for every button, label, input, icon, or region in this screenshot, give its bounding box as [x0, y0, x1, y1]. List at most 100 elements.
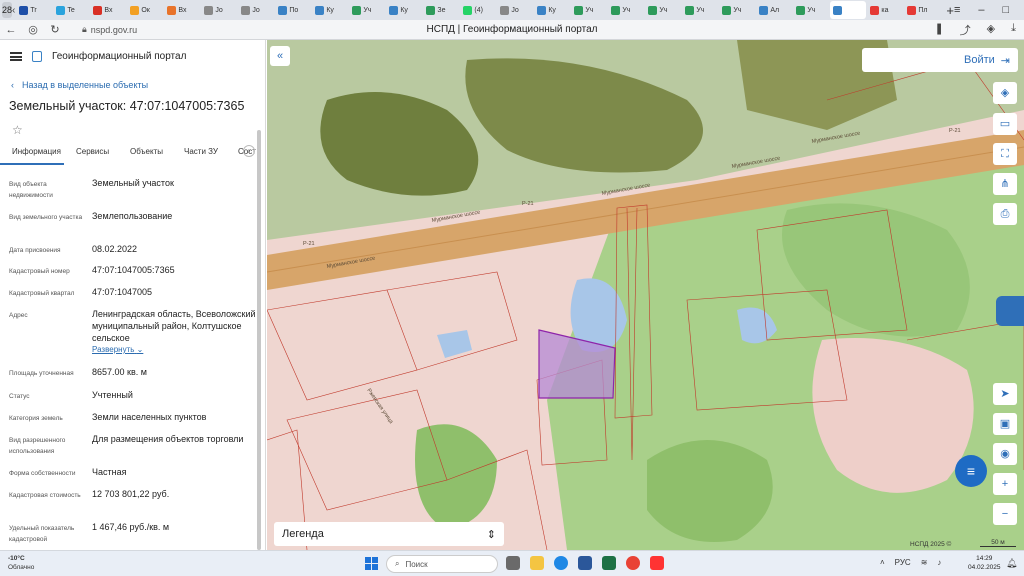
select-area-icon[interactable]: ⛶	[993, 143, 1017, 165]
map-canvas[interactable]: Мурманское шоссе Мурманское шоссе Мурман…	[267, 40, 1024, 550]
tab-services[interactable]: Сервисы	[64, 147, 118, 165]
browser-tab[interactable]: (4)	[460, 1, 496, 19]
file-explorer-icon[interactable]	[530, 556, 544, 570]
chrome-icon[interactable]	[626, 556, 640, 570]
property-value: 47:07:1047005	[92, 287, 153, 297]
hamburger-menu-icon[interactable]	[10, 51, 22, 61]
profile-icon[interactable]: ◎	[22, 23, 44, 36]
browser-tab[interactable]: Jo	[238, 1, 274, 19]
zoom-in-button[interactable]: +	[993, 473, 1017, 495]
windows-start-icon[interactable]	[365, 557, 378, 570]
taskbar-clock[interactable]: 14:29 04.02.2025	[968, 554, 1001, 572]
browser-tab[interactable]: Зе	[423, 1, 459, 19]
back-arrow-icon[interactable]: ←	[0, 24, 22, 36]
browser-tab[interactable]: По	[275, 1, 311, 19]
collapse-panel-button[interactable]: «	[270, 46, 290, 66]
tab-label: Te	[67, 6, 75, 14]
browser-tab[interactable]: Уч	[645, 1, 681, 19]
tab-favicon-icon	[130, 5, 140, 15]
excel-icon[interactable]	[602, 556, 616, 570]
browser-tab[interactable]: Te	[53, 1, 89, 19]
tabs-scroll-right-icon[interactable]: ›	[243, 145, 255, 157]
login-label: Войти	[963, 54, 995, 66]
tab-count-badge[interactable]: 28	[2, 2, 13, 18]
browser-tab[interactable]: Ку	[386, 1, 422, 19]
tray-language[interactable]: РУС	[895, 558, 911, 567]
browser-tab[interactable]: Уч	[608, 1, 644, 19]
tab-favicon-icon	[93, 5, 103, 15]
extension-icon[interactable]: ◈	[987, 22, 995, 38]
new-tab-button[interactable]: +	[946, 3, 954, 18]
browser-tab[interactable]: Уч	[793, 1, 829, 19]
browser-tab[interactable]: Ок	[127, 1, 163, 19]
back-link-label: Назад в выделенные объекты	[22, 80, 149, 90]
url-field[interactable]: 🔒︎ nspd.gov.ru	[76, 22, 236, 37]
browser-tab[interactable]: Уч	[571, 1, 607, 19]
layers-icon[interactable]: ◈	[993, 82, 1017, 104]
browser-tab[interactable]: Уч	[682, 1, 718, 19]
download-icon[interactable]: ⤓	[1011, 22, 1016, 38]
expand-link[interactable]: Развернуть ⌄	[92, 344, 257, 356]
browser-tab[interactable]: Ку	[534, 1, 570, 19]
share-icon[interactable]: ⋔	[993, 173, 1017, 195]
menu-icon[interactable]: ≡	[954, 4, 960, 17]
back-to-selected-link[interactable]: ‹ Назад в выделенные объекты	[11, 80, 265, 90]
tab-label: Уч	[733, 6, 742, 14]
property-label: Удельный показатель кадастровой	[9, 525, 75, 543]
tab-label: Ку	[548, 6, 556, 14]
tab-information[interactable]: Информация	[0, 147, 64, 165]
legend-dropdown[interactable]: Легенда ⇕	[274, 522, 504, 546]
property-row: Вид разрешенного использования Для разме…	[0, 433, 265, 466]
outlook-icon[interactable]	[578, 556, 592, 570]
volume-icon[interactable]: ♪	[937, 558, 941, 567]
property-row: Категория земель Земли населенных пункто…	[0, 411, 265, 433]
task-view-icon[interactable]	[506, 556, 520, 570]
map-layer: Мурманское шоссе Мурманское шоссе Мурман…	[267, 40, 1024, 550]
notification-bell-icon[interactable]: 🔔︎	[1006, 558, 1017, 569]
minimize-icon[interactable]: –	[978, 4, 984, 17]
chevron-up-icon[interactable]: ˄	[880, 558, 885, 567]
panel-scrollbar[interactable]	[257, 130, 261, 550]
tab-favicon-icon	[833, 5, 843, 15]
browser-tab[interactable]: Jo	[201, 1, 237, 19]
reload-icon[interactable]: ↻	[44, 23, 66, 36]
ruler-icon[interactable]: ▭	[993, 113, 1017, 135]
browser-tab[interactable]	[830, 1, 867, 19]
bookmark-icon[interactable]: ❚	[934, 22, 943, 38]
browser-tab[interactable]: Ал	[756, 1, 792, 19]
tab-parts[interactable]: Части ЗУ	[172, 147, 226, 165]
browser-tab[interactable]: Ку	[312, 1, 348, 19]
property-label: Кадастровый номер	[9, 268, 70, 275]
zoom-out-button[interactable]: −	[993, 503, 1017, 525]
browser-tab[interactable]: Вх	[164, 1, 200, 19]
browser-tab[interactable]: Tr	[16, 1, 52, 19]
maximize-icon[interactable]: □	[1003, 4, 1010, 17]
browser-tab[interactable]: Jo	[497, 1, 533, 19]
property-value: Ленинградская область, Всеволожский муни…	[92, 309, 256, 343]
feedback-tab-icon[interactable]	[996, 296, 1024, 326]
browser-tab[interactable]: Вх	[90, 1, 126, 19]
browser-tab[interactable]: Уч	[349, 1, 385, 19]
tab-label: Пл	[918, 6, 928, 14]
chat-icon[interactable]: ≡	[955, 455, 987, 487]
share-icon[interactable]: ⤴	[960, 22, 971, 38]
login-button[interactable]: Войти ⇥	[862, 48, 1018, 72]
taskbar-search[interactable]: ⌕ Поиск	[386, 555, 498, 573]
yandex-browser-icon[interactable]	[650, 556, 664, 570]
tab-label: Вх	[178, 6, 187, 14]
tab-favicon-icon	[796, 5, 806, 15]
geolocation-icon[interactable]: ➤	[993, 383, 1017, 405]
card-icon[interactable]: ▣	[993, 413, 1017, 435]
weather-widget[interactable]: -10°C Облачно	[8, 554, 34, 572]
tab-objects[interactable]: Объекты	[118, 147, 172, 165]
print-icon[interactable]: ⎙	[993, 203, 1017, 225]
edge-icon[interactable]	[554, 556, 568, 570]
property-value: Землепользование	[92, 211, 173, 221]
pin-icon[interactable]: ◉	[993, 443, 1017, 465]
wifi-icon[interactable]: ≋	[921, 558, 928, 567]
browser-tab[interactable]: ка	[867, 1, 903, 19]
browser-tab[interactable]: Уч	[719, 1, 755, 19]
browser-tab[interactable]: Пл	[904, 1, 940, 19]
favorite-star-icon[interactable]: ☆	[12, 123, 265, 137]
property-value: Частная	[92, 467, 127, 477]
